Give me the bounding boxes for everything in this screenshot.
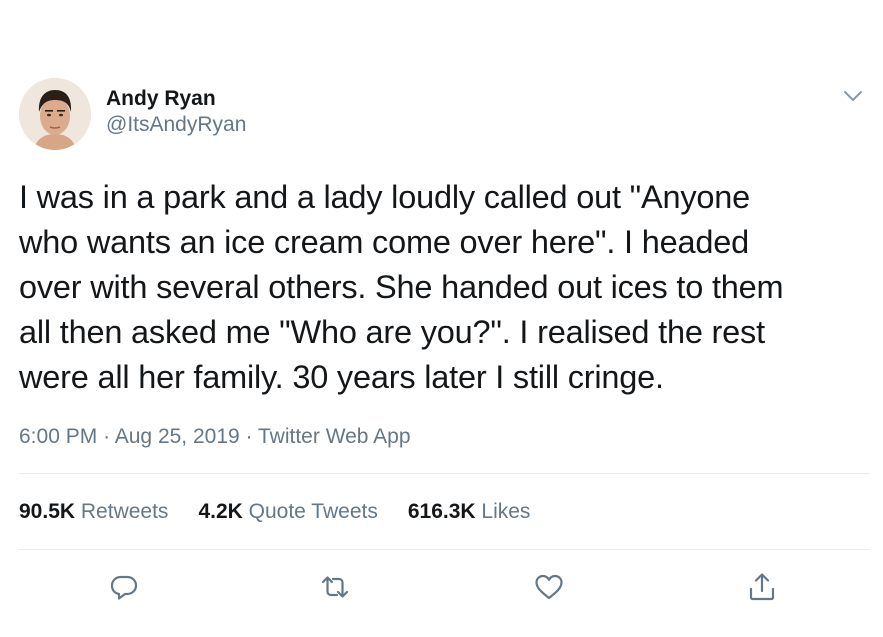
divider: [19, 473, 870, 474]
tweet-text: I was in a park and a lady loudly called…: [19, 175, 877, 400]
likes-label: Likes: [481, 500, 531, 523]
tweet-time[interactable]: 6:00 PM: [19, 425, 97, 448]
tweet-card: Andy Ryan @ItsAndyRyan I was in a park a…: [0, 0, 883, 637]
tweet-text-line: all then asked me "Who are you?". I real…: [19, 314, 765, 350]
tweet-text-line: who wants an ice cream come over here". …: [19, 224, 749, 260]
likes-stat[interactable]: 616.3K Likes: [408, 499, 531, 525]
share-icon[interactable]: [745, 570, 779, 604]
tweet-source[interactable]: Twitter Web App: [258, 425, 411, 448]
retweets-stat[interactable]: 90.5K Retweets: [19, 499, 168, 525]
likes-count: 616.3K: [407, 500, 476, 523]
tweet-date[interactable]: Aug 25, 2019: [115, 425, 240, 448]
retweets-label: Retweets: [80, 500, 169, 523]
quote-tweets-label: Quote Tweets: [248, 500, 378, 523]
meta-separator: ·: [103, 425, 111, 448]
retweets-count: 90.5K: [19, 500, 76, 523]
reply-icon[interactable]: [107, 570, 141, 604]
quote-tweets-count: 4.2K: [198, 500, 243, 523]
tweet-header: Andy Ryan @ItsAndyRyan: [19, 78, 869, 152]
retweet-icon[interactable]: [318, 570, 352, 604]
heart-icon[interactable]: [532, 570, 566, 604]
author-handle[interactable]: @ItsAndyRyan: [106, 112, 246, 138]
tweet-meta: 6:00 PM · Aug 25, 2019 · Twitter Web App: [19, 424, 411, 450]
tweet-text-line: over with several others. She handed out…: [19, 269, 784, 305]
author-display-name[interactable]: Andy Ryan: [106, 86, 246, 112]
chevron-down-icon[interactable]: [841, 84, 865, 108]
quote-tweets-stat[interactable]: 4.2K Quote Tweets: [198, 499, 377, 525]
tweet-stats: 90.5K Retweets 4.2K Quote Tweets 616.3K …: [19, 499, 530, 525]
tweet-text-line: I was in a park and a lady loudly called…: [19, 179, 751, 215]
avatar[interactable]: [19, 78, 91, 150]
meta-separator: ·: [245, 425, 253, 448]
tweet-actions: [0, 570, 883, 604]
tweet-text-line: were all her family. 30 years later I st…: [19, 359, 664, 395]
divider: [19, 549, 870, 550]
author-names: Andy Ryan @ItsAndyRyan: [106, 86, 246, 138]
